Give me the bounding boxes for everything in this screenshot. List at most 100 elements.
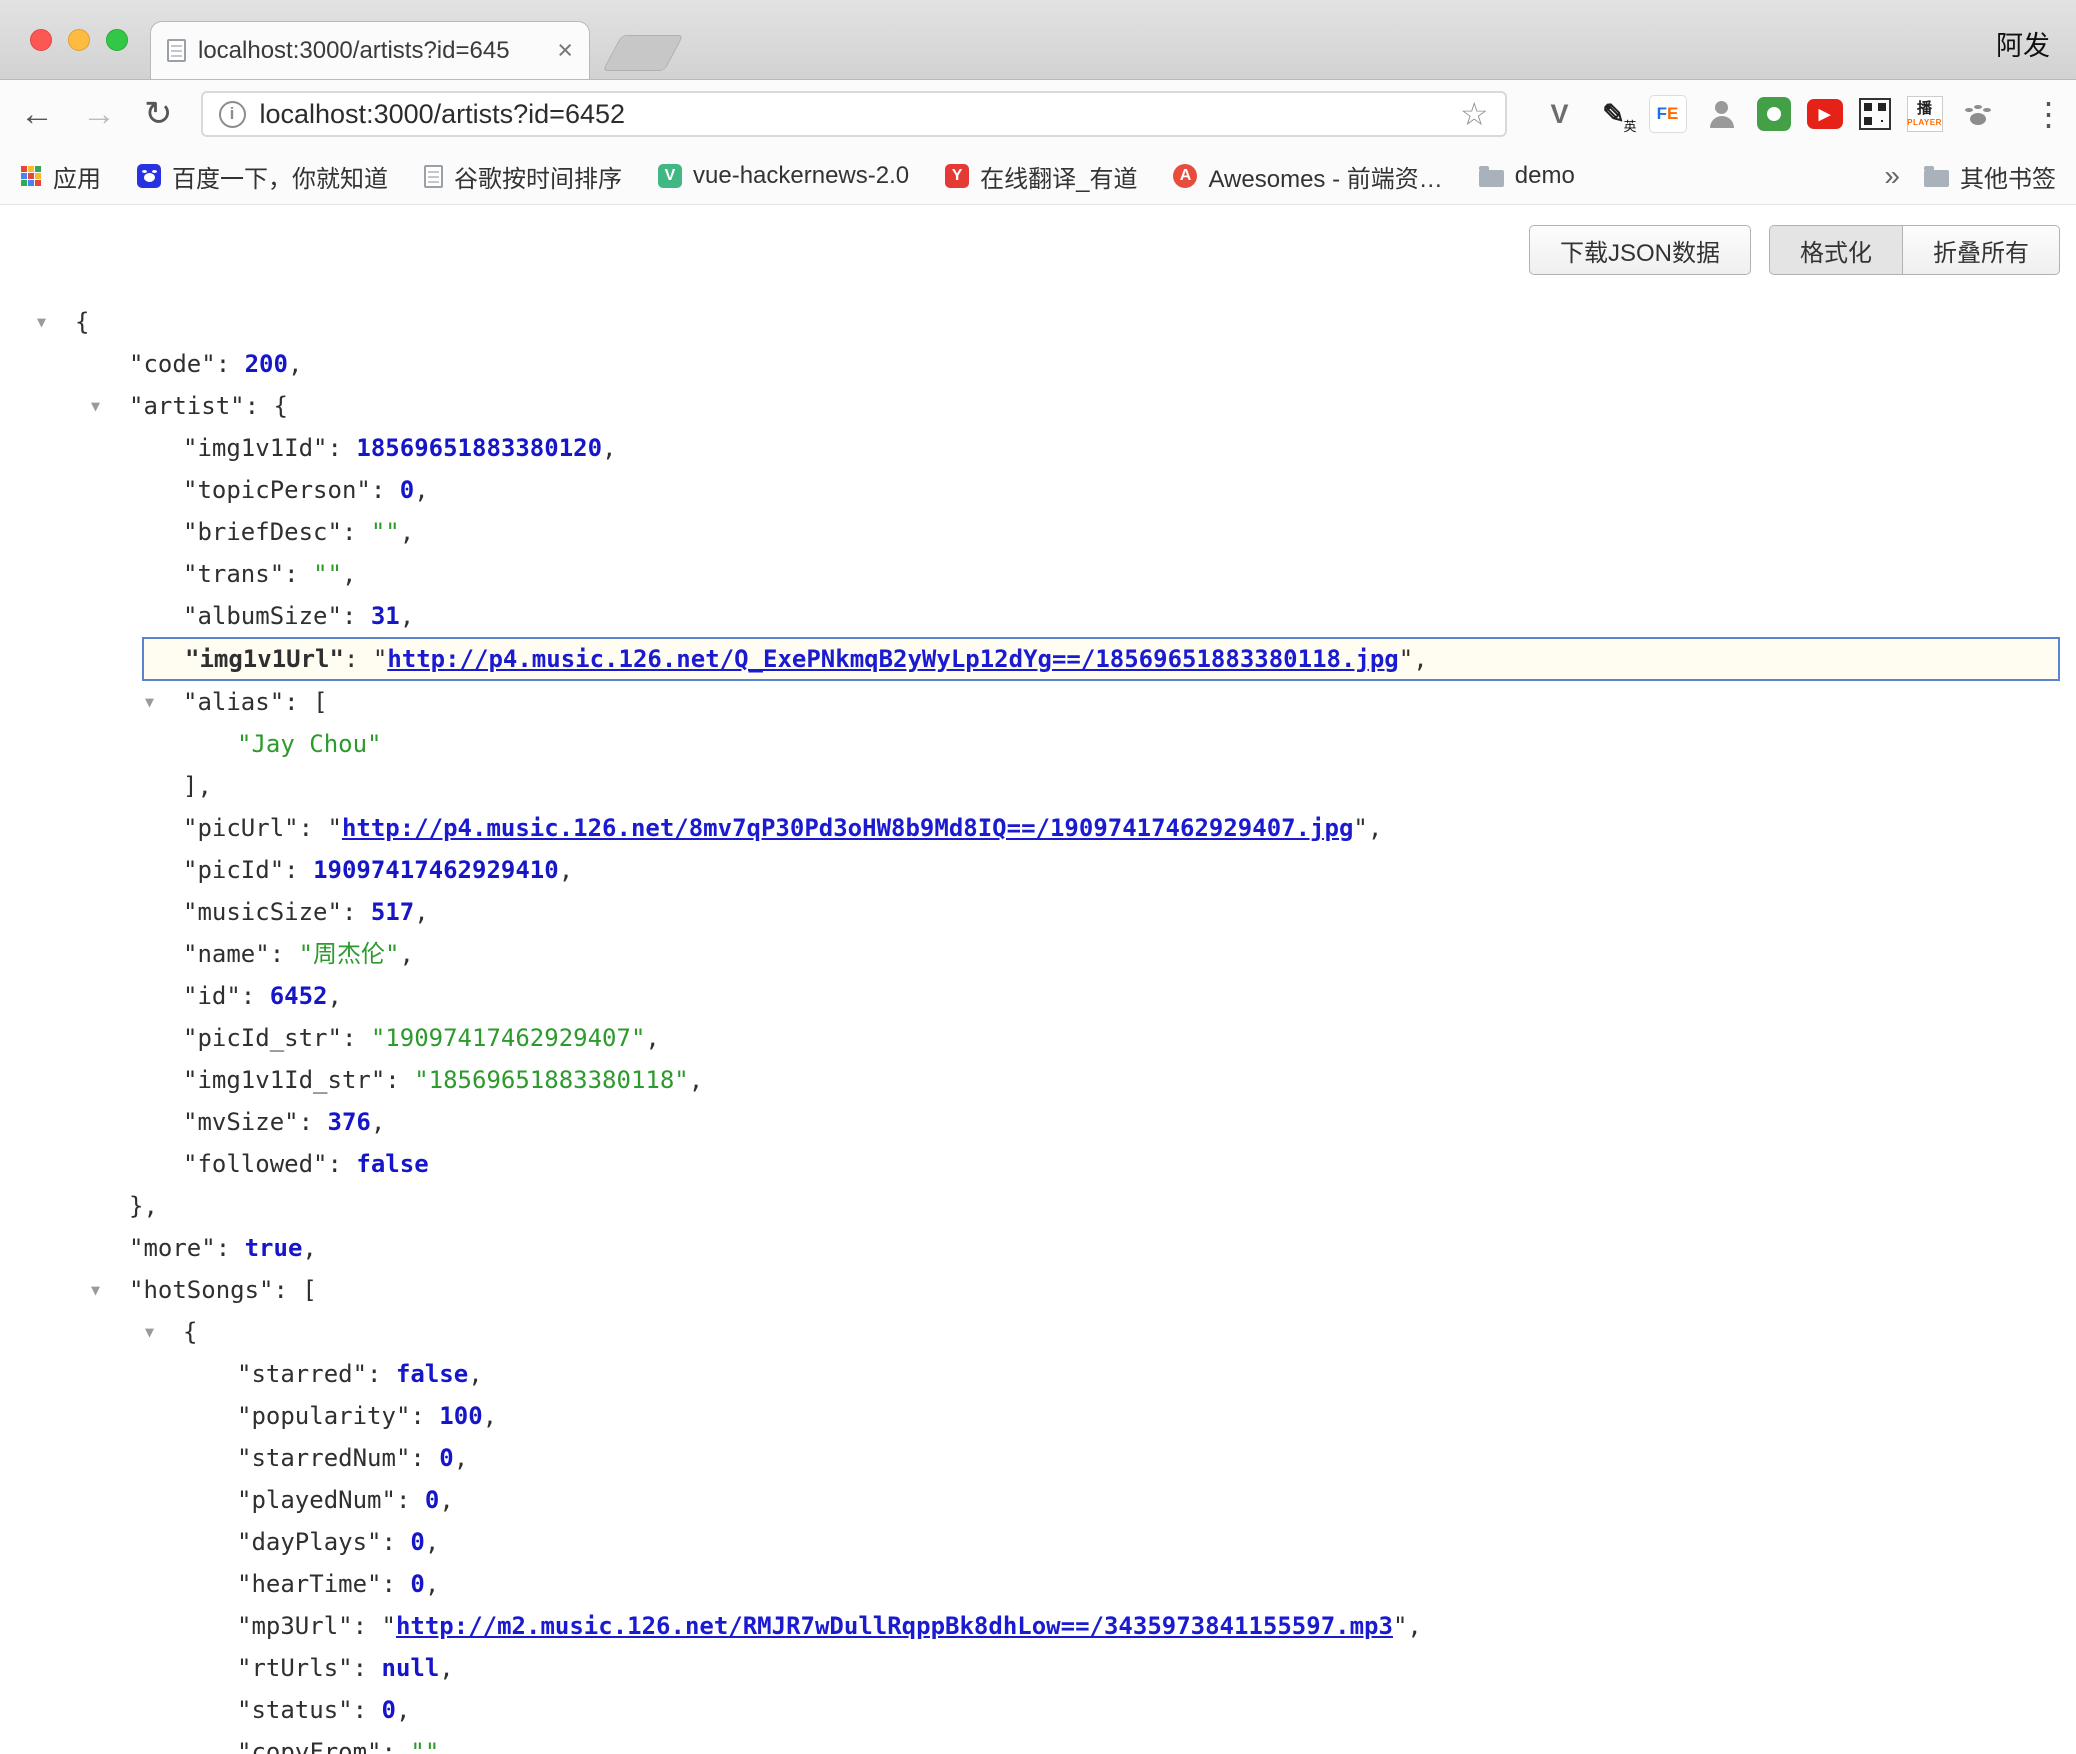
json-colon: : <box>367 1360 396 1388</box>
json-key: "artist" <box>129 392 245 420</box>
address-bar[interactable]: i localhost:3000/artists?id=6452 ☆ <box>201 91 1507 137</box>
json-colon: : <box>344 645 373 673</box>
quote: " <box>382 1612 396 1640</box>
paw-extension-icon[interactable] <box>1959 95 1997 133</box>
json-comma: , <box>483 1402 497 1430</box>
json-number-value: 200 <box>245 350 288 378</box>
profile-body-shape <box>1710 116 1734 128</box>
json-url-link[interactable]: http://p4.music.126.net/Q_ExePNkmqB2yWyL… <box>387 645 1398 673</box>
json-boolean-value: true <box>245 1234 303 1262</box>
json-key: "status" <box>237 1696 353 1724</box>
bookmark-star-icon[interactable]: ☆ <box>1460 95 1489 133</box>
minimize-window-button[interactable] <box>68 29 90 51</box>
json-colon: : <box>410 1402 439 1430</box>
player-extension-icon[interactable]: 播PLAYER <box>1907 96 1943 132</box>
json-line: "picId": 19097417462929410, <box>0 849 2076 891</box>
back-button[interactable]: ← <box>20 97 54 131</box>
json-key: "more" <box>129 1234 216 1262</box>
browser-tab[interactable]: localhost:3000/artists?id=645 × <box>150 21 590 79</box>
json-comma: , <box>689 1066 703 1094</box>
json-key: "copyFrom" <box>237 1738 382 1754</box>
bookmark-item[interactable]: AAwesomes - 前端资… <box>1173 159 1442 194</box>
extension-badge: PLAYER <box>1907 118 1942 127</box>
json-comma: , <box>1413 645 1427 673</box>
bookmark-item[interactable]: 谷歌按时间排序 <box>424 159 622 194</box>
page-favicon-icon <box>167 39 186 62</box>
json-line: "picId_str": "19097417462929407", <box>0 1017 2076 1059</box>
bookmarks-overflow-icon[interactable]: » <box>1884 160 1900 192</box>
json-colon: : <box>342 518 371 546</box>
paw-shape <box>1970 113 1986 125</box>
json-key: "name" <box>183 940 270 968</box>
tab-close-icon[interactable]: × <box>557 37 573 64</box>
json-line: ▼{ <box>0 1311 2076 1353</box>
youtube-extension-icon[interactable]: ▶ <box>1807 99 1843 129</box>
json-comma: , <box>328 982 342 1010</box>
json-colon: : <box>385 1066 414 1094</box>
vimium-extension-icon[interactable]: V <box>1541 95 1579 133</box>
json-key: "picId" <box>183 856 284 884</box>
json-url-link[interactable]: http://m2.music.126.net/RMJR7wDullRqppBk… <box>396 1612 1393 1640</box>
json-comma: , <box>400 602 414 630</box>
json-line: "trans": "", <box>0 553 2076 595</box>
collapse-toggle-icon[interactable]: ▼ <box>145 681 154 723</box>
new-tab-button[interactable] <box>602 35 683 71</box>
browser-menu-icon[interactable]: ⋮ <box>2033 95 2065 133</box>
json-comma: , <box>197 772 211 800</box>
json-comma: , <box>302 1234 316 1262</box>
page-info-icon[interactable]: i <box>219 101 246 128</box>
json-key: "hotSongs" <box>129 1276 274 1304</box>
json-url-link[interactable]: http://p4.music.126.net/8mv7qP30Pd3oHW8b… <box>342 814 1353 842</box>
json-key: "musicSize" <box>183 898 342 926</box>
json-key: "mp3Url" <box>237 1612 353 1640</box>
json-line: ▼{ <box>0 301 2076 343</box>
json-line: ], <box>0 765 2076 807</box>
collapse-toggle-icon[interactable]: ▼ <box>91 385 100 427</box>
json-line: "mvSize": 376, <box>0 1101 2076 1143</box>
qrcode-extension-icon[interactable] <box>1859 98 1891 130</box>
json-comma: , <box>454 1444 468 1472</box>
download-json-button[interactable]: 下载JSON数据 <box>1529 225 1751 275</box>
bookmark-item[interactable]: 百度一下，你就知道 <box>137 159 388 194</box>
json-line: "code": 200, <box>0 343 2076 385</box>
json-key: "trans" <box>183 560 284 588</box>
url-text[interactable]: localhost:3000/artists?id=6452 <box>260 99 1446 130</box>
json-line: "popularity": 100, <box>0 1395 2076 1437</box>
collapse-all-button[interactable]: 折叠所有 <box>1903 225 2060 275</box>
bookmark-label: Awesomes - 前端资… <box>1208 159 1442 194</box>
json-string-value: "" <box>371 518 400 546</box>
other-bookmarks-folder[interactable]: 其他书签 <box>1924 159 2056 194</box>
bookmark-item[interactable]: 应用 <box>20 159 101 194</box>
clipper-extension-icon[interactable] <box>1757 97 1791 131</box>
bookmarks-items: 应用 百度一下，你就知道 谷歌按时间排序 Vvue-hackernews-2.0 Y在线… <box>20 159 1575 194</box>
json-line: ▼"artist": { <box>0 385 2076 427</box>
json-number-value: 0 <box>382 1696 396 1724</box>
json-number-value: 0 <box>410 1528 424 1556</box>
bookmark-item[interactable]: Y在线翻译_有道 <box>945 159 1137 194</box>
json-line: "briefDesc": "", <box>0 511 2076 553</box>
fe-extension-icon[interactable]: FE <box>1649 95 1687 133</box>
bookmark-label: 在线翻译_有道 <box>980 159 1137 194</box>
json-comma: , <box>1368 814 1382 842</box>
profile-extension-icon[interactable] <box>1703 95 1741 133</box>
collapse-toggle-icon[interactable]: ▼ <box>145 1311 154 1353</box>
json-line: "starred": false, <box>0 1353 2076 1395</box>
collapse-toggle-icon[interactable]: ▼ <box>91 1269 100 1311</box>
json-link-value: "http://m2.music.126.net/RMJR7wDullRqppB… <box>382 1612 1408 1640</box>
json-line: "img1v1Id_str": "18569651883380118", <box>0 1059 2076 1101</box>
profile-name[interactable]: 阿发 <box>1996 24 2050 63</box>
collapse-toggle-icon[interactable]: ▼ <box>37 301 46 343</box>
json-bracket: { <box>183 1318 197 1346</box>
json-line: "name": "周杰伦", <box>0 933 2076 975</box>
json-colon: : <box>342 602 371 630</box>
view-mode-segmented: 格式化 折叠所有 <box>1769 225 2060 275</box>
reload-button[interactable]: ↻ <box>144 97 173 131</box>
bookmark-item[interactable]: Vvue-hackernews-2.0 <box>658 162 909 190</box>
bookmark-label: vue-hackernews-2.0 <box>693 162 909 190</box>
format-button[interactable]: 格式化 <box>1769 225 1903 275</box>
translate-extension-icon[interactable]: ✎英 <box>1595 95 1633 133</box>
close-window-button[interactable] <box>30 29 52 51</box>
zoom-window-button[interactable] <box>106 29 128 51</box>
json-colon: : <box>216 350 245 378</box>
bookmark-item[interactable]: demo <box>1479 162 1575 190</box>
